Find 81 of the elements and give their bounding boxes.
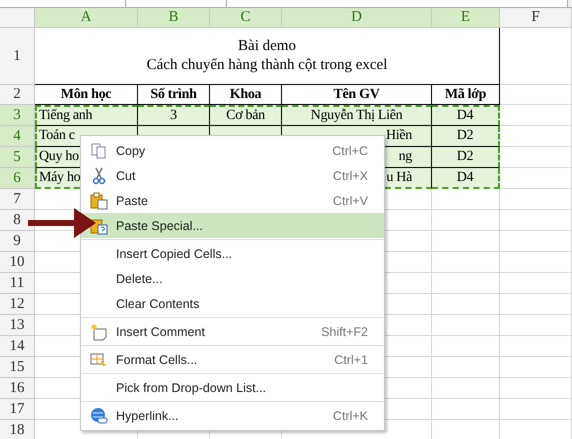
- sheet-cell[interactable]: [500, 85, 572, 105]
- column-header[interactable]: D: [282, 8, 432, 28]
- header-cell: Mã lớp: [432, 85, 500, 105]
- row-header[interactable]: 4: [0, 126, 35, 147]
- sheet-cell[interactable]: [500, 147, 572, 168]
- table-cell: D4: [432, 168, 500, 189]
- sheet-cell[interactable]: [500, 357, 572, 378]
- row-header[interactable]: 12: [0, 294, 35, 315]
- sheet-cell[interactable]: [500, 105, 572, 126]
- row-header[interactable]: 10: [0, 252, 35, 273]
- menu-item[interactable]: Clear Contents: [81, 291, 384, 316]
- table-cell: D2: [432, 147, 500, 168]
- row-header[interactable]: 17: [0, 399, 35, 420]
- row-header[interactable]: 3: [0, 105, 35, 126]
- menu-item[interactable]: Insert Comment Shift+F2: [81, 319, 384, 344]
- table-cell: D4: [432, 105, 500, 126]
- row-header[interactable]: 14: [0, 336, 35, 357]
- row-header[interactable]: 15: [0, 357, 35, 378]
- sheet-cell[interactable]: [432, 252, 500, 273]
- sheet-cell[interactable]: [500, 294, 572, 315]
- sheet-cell[interactable]: [500, 399, 572, 420]
- select-all-corner[interactable]: [0, 8, 35, 28]
- menu-item[interactable]: Hyperlink... Ctrl+K: [81, 403, 384, 428]
- sheet-cell[interactable]: [500, 315, 572, 336]
- menu-item[interactable]: Insert Copied Cells...: [81, 241, 384, 266]
- column-header[interactable]: C: [210, 8, 282, 28]
- column-header[interactable]: F: [500, 8, 572, 28]
- sheet-cell[interactable]: [432, 294, 500, 315]
- column-header[interactable]: E: [432, 8, 500, 28]
- sheet-cell[interactable]: [500, 28, 572, 85]
- sheet-cell[interactable]: [432, 336, 500, 357]
- sheet-cell[interactable]: [432, 357, 500, 378]
- row-header[interactable]: 7: [0, 189, 35, 210]
- pointer-arrow: [28, 208, 96, 238]
- sheet-cell[interactable]: [432, 273, 500, 294]
- row-header[interactable]: 9: [0, 231, 35, 252]
- copy-icon: [90, 142, 108, 160]
- sheet-cell[interactable]: [500, 273, 572, 294]
- table-cell: Cơ bản: [210, 105, 282, 126]
- sheet-cell[interactable]: [500, 168, 572, 189]
- row-header[interactable]: 6: [0, 168, 35, 189]
- row-header[interactable]: 8: [0, 210, 35, 231]
- sheet-cell[interactable]: [500, 126, 572, 147]
- sheet-cell[interactable]: [432, 399, 500, 420]
- sheet-cell[interactable]: [432, 378, 500, 399]
- row-header[interactable]: 1: [0, 28, 35, 85]
- row-header[interactable]: 18: [0, 420, 35, 439]
- row-header[interactable]: 5: [0, 147, 35, 168]
- sheet-cell[interactable]: [500, 378, 572, 399]
- column-header[interactable]: B: [138, 8, 210, 28]
- table-cell: D2: [432, 126, 500, 147]
- sheet-cell[interactable]: [432, 210, 500, 231]
- comment-icon: [90, 322, 108, 340]
- menu-item[interactable]: Paste Ctrl+V: [81, 188, 384, 213]
- sheet-cell[interactable]: [432, 189, 500, 210]
- sheet-cell[interactable]: [500, 252, 572, 273]
- menu-item[interactable]: Format Cells... Ctrl+1: [81, 347, 384, 372]
- menu-item[interactable]: Paste Special...: [81, 213, 384, 238]
- sheet-cell[interactable]: [432, 231, 500, 252]
- header-cell: Tên GV: [282, 85, 432, 105]
- header-cell: Số trình: [138, 85, 210, 105]
- table-cell: Nguyễn Thị Liên: [282, 105, 432, 126]
- sheet-cell[interactable]: [500, 210, 572, 231]
- row-header[interactable]: 16: [0, 378, 35, 399]
- row-header[interactable]: 2: [0, 85, 35, 105]
- menu-item[interactable]: Pick from Drop-down List...: [81, 375, 384, 400]
- table-cell: 3: [138, 105, 210, 126]
- sheet-cell[interactable]: [432, 315, 500, 336]
- format-cells-icon: [90, 350, 108, 368]
- sheet-cell[interactable]: [500, 231, 572, 252]
- row-header[interactable]: 13: [0, 315, 35, 336]
- header-cell: Khoa: [210, 85, 282, 105]
- table-cell: Tiếng anh: [35, 105, 138, 126]
- sheet-cell[interactable]: [500, 336, 572, 357]
- paste-icon: [90, 192, 108, 210]
- row-header[interactable]: 11: [0, 273, 35, 294]
- menu-item[interactable]: Delete...: [81, 266, 384, 291]
- header-cell: Môn học: [35, 85, 138, 105]
- sheet-cell[interactable]: [500, 189, 572, 210]
- column-header[interactable]: A: [35, 8, 138, 28]
- globe-link-icon: [90, 406, 108, 424]
